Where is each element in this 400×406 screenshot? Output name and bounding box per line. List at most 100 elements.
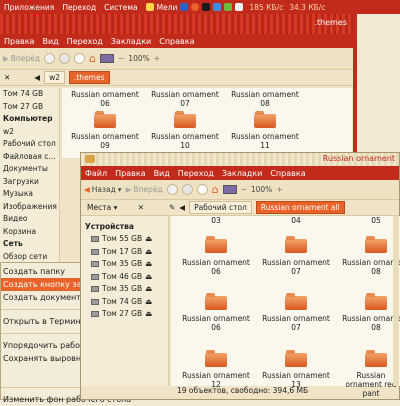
sidebar-item-music[interactable]: Музыка (0, 188, 59, 201)
menu-help[interactable]: Справка (266, 169, 309, 178)
sidebar-item-downloads[interactable]: Загрузки (0, 176, 59, 189)
panel-menu-places[interactable]: Переход (58, 3, 100, 12)
sidebar-item-desktop[interactable]: Рабочий стол (0, 138, 59, 151)
zoom-out-icon[interactable]: − (118, 54, 124, 63)
sidebar-item-volume[interactable]: Том 55 GB ⏏ (81, 233, 168, 246)
file-label[interactable]: Russian ornament 09 (70, 132, 140, 150)
crumb-w2[interactable]: w2 (44, 71, 65, 84)
up-icon[interactable] (44, 53, 56, 64)
file-label[interactable]: Russian ornament 07 (261, 314, 331, 332)
home-icon[interactable]: ⌂ (212, 183, 219, 196)
up-icon[interactable] (166, 184, 178, 195)
sidebar-item-filesystem[interactable]: Файловая с... (0, 151, 59, 164)
file-label[interactable]: Russian ornament red pant (341, 371, 400, 398)
folder-icon[interactable] (94, 111, 116, 128)
folder-icon[interactable] (365, 293, 387, 310)
menu-go[interactable]: Переход (63, 37, 107, 46)
sidebar-item-volume-27[interactable]: Том 27 GB (0, 101, 59, 114)
folder-icon[interactable] (365, 236, 387, 253)
menu-bookmarks[interactable]: Закладки (218, 169, 266, 178)
panel-menu-applications[interactable]: Приложения (0, 3, 58, 12)
menu-edit[interactable]: Правка (0, 37, 38, 46)
folder-icon[interactable] (285, 350, 307, 367)
crumb-russian-ornament-all[interactable]: Russian ornament all (255, 201, 345, 214)
file-label[interactable]: 04 (261, 216, 331, 225)
path-back-icon[interactable]: ◀ (34, 73, 40, 82)
terminal-icon[interactable] (202, 3, 211, 11)
network-icon[interactable] (213, 3, 222, 11)
file-label[interactable]: Russian ornament 08 (230, 90, 300, 108)
sidebar-item-w2[interactable]: w2 (0, 126, 59, 139)
menu-go[interactable]: Переход (174, 169, 218, 178)
computer-icon[interactable] (100, 54, 114, 63)
file-label[interactable]: Russian ornament 07 (261, 258, 331, 276)
sidebar-item-volume[interactable]: Том 35 GB ⏏ (81, 283, 168, 296)
titlebar[interactable]: .themes (0, 14, 353, 34)
sidebar-item-videos[interactable]: Видео (0, 213, 59, 226)
sidebar-item-trash[interactable]: Корзина (0, 226, 59, 239)
eject-icon[interactable]: ⏏ (145, 308, 152, 321)
sidebar-item-documents[interactable]: Документы (0, 163, 59, 176)
vertical-scrollbar[interactable] (393, 216, 399, 386)
zoom-in-icon[interactable]: + (154, 54, 160, 63)
file-label[interactable]: Russian ornament 06 (70, 90, 140, 108)
back-button[interactable]: ◀ Назад ▾ (84, 185, 122, 194)
close-sidebar-icon[interactable]: ✕ (138, 203, 144, 212)
volume-icon[interactable] (235, 3, 244, 11)
stop-icon[interactable] (59, 53, 71, 64)
app-icon[interactable] (224, 3, 233, 11)
mail-icon[interactable] (145, 3, 154, 11)
file-label[interactable]: Russian ornament 08 (341, 258, 400, 276)
eject-icon[interactable]: ⏏ (145, 246, 152, 259)
eject-icon[interactable]: ⏏ (145, 296, 152, 309)
folder-icon[interactable] (365, 350, 387, 367)
folder-icon[interactable] (285, 236, 307, 253)
eject-icon[interactable]: ⏏ (145, 233, 152, 246)
sidebar-item-volume-74[interactable]: Том 74 GB (0, 88, 59, 101)
eject-icon[interactable]: ⏏ (145, 271, 152, 284)
eject-icon[interactable]: ⏏ (145, 283, 152, 296)
menu-edit[interactable]: Правка (111, 169, 149, 178)
file-label[interactable]: Russian ornament 08 (341, 314, 400, 332)
crumb-desktop[interactable]: Рабочий стол (189, 201, 252, 214)
file-label[interactable]: 05 (341, 216, 400, 225)
sidebar-item-volume[interactable]: Том 35 GB ⏏ (81, 258, 168, 271)
ubuntu-icon[interactable] (180, 3, 189, 11)
folder-icon[interactable] (205, 293, 227, 310)
sidebar-item-volume[interactable]: Том 17 GB ⏏ (81, 246, 168, 259)
panel-menu-system[interactable]: Система (100, 3, 141, 12)
menu-file[interactable]: Файл (81, 169, 111, 178)
reload-icon[interactable] (196, 184, 208, 195)
menu-bookmarks[interactable]: Закладки (107, 37, 155, 46)
eject-icon[interactable]: ⏏ (145, 258, 152, 271)
forward-button[interactable]: ▶ Вперёд (126, 185, 163, 194)
reload-icon[interactable] (74, 53, 86, 64)
forward-button[interactable]: ▶ Вперёд (3, 54, 40, 63)
close-sidebar-icon[interactable]: ✕ (4, 73, 10, 82)
computer-icon[interactable] (222, 185, 237, 194)
firefox-icon[interactable] (191, 3, 200, 11)
file-label[interactable]: Russian ornament 10 (150, 132, 220, 150)
folder-icon[interactable] (174, 111, 196, 128)
menu-help[interactable]: Справка (155, 37, 198, 46)
path-back-icon[interactable]: ◀ (179, 203, 185, 212)
sidebar-item-volume[interactable]: Том 46 GB ⏏ (81, 271, 168, 284)
stop-icon[interactable] (181, 184, 193, 195)
sidebar-item-volume[interactable]: Том 74 GB ⏏ (81, 296, 168, 309)
titlebar[interactable]: Russian ornament (81, 153, 399, 166)
file-label[interactable]: Russian ornament 06 (181, 314, 251, 332)
sidebar-item-volume[interactable]: Том 27 GB ⏏ (81, 308, 168, 321)
folder-icon[interactable] (285, 293, 307, 310)
zoom-in-icon[interactable]: + (276, 185, 282, 194)
home-icon[interactable]: ⌂ (89, 52, 96, 65)
folder-icon[interactable] (205, 350, 227, 367)
file-label[interactable]: 03 (181, 216, 251, 225)
menu-view[interactable]: Вид (38, 37, 62, 46)
file-label[interactable]: Russian ornament 06 (181, 258, 251, 276)
folder-icon[interactable] (254, 111, 276, 128)
sidebar-item-pictures[interactable]: Изображения (0, 201, 59, 214)
file-label[interactable]: Russian ornament 11 (230, 132, 300, 150)
places-dropdown[interactable]: Места ▾ ✕ (83, 203, 165, 212)
menu-view[interactable]: Вид (150, 169, 174, 178)
crumb-themes[interactable]: .themes (68, 71, 110, 84)
